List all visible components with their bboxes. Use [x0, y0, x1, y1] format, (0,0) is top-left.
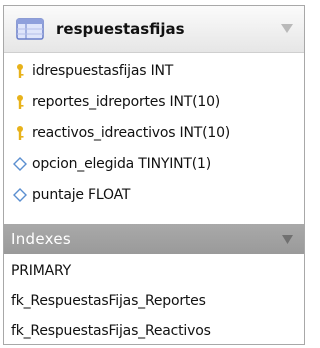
column-row[interactable]: reactivos_idreactivos INT(10): [4, 117, 304, 148]
column-row[interactable]: opcion_elegida TINYINT(1): [4, 148, 304, 179]
table-icon: [16, 18, 44, 40]
column-row[interactable]: idrespuestasfijas INT: [4, 55, 304, 86]
index-item[interactable]: fk_RespuestasFijas_Reportes: [4, 286, 304, 316]
indexes-title: Indexes: [11, 230, 71, 248]
table-title: respuestasfijas: [56, 20, 185, 38]
diamond-icon: [13, 187, 27, 202]
column-row[interactable]: puntaje FLOAT: [4, 179, 304, 210]
table-header[interactable]: respuestasfijas: [4, 6, 304, 53]
key-icon: [17, 125, 24, 140]
column-list: idrespuestasfijas INT reportes_idreporte…: [4, 53, 304, 210]
key-icon: [17, 94, 24, 109]
column-row[interactable]: reportes_idreportes INT(10): [4, 86, 304, 117]
collapse-arrow-icon[interactable]: [281, 233, 294, 245]
key-icon: [17, 63, 24, 78]
column-label: idrespuestasfijas INT: [32, 62, 174, 79]
table-card: respuestasfijas idrespuestasfijas INT re…: [3, 5, 305, 345]
index-item[interactable]: PRIMARY: [4, 256, 304, 286]
diamond-icon: [13, 156, 27, 171]
indexes-header[interactable]: Indexes: [4, 224, 304, 254]
column-label: opcion_elegida TINYINT(1): [32, 155, 211, 172]
index-list: PRIMARY fk_RespuestasFijas_Reportes fk_R…: [4, 256, 304, 346]
collapse-arrow-icon[interactable]: [280, 21, 294, 35]
column-label: puntaje FLOAT: [32, 186, 131, 203]
column-label: reactivos_idreactivos INT(10): [32, 124, 231, 141]
index-item[interactable]: fk_RespuestasFijas_Reactivos: [4, 316, 304, 346]
column-label: reportes_idreportes INT(10): [32, 93, 221, 110]
